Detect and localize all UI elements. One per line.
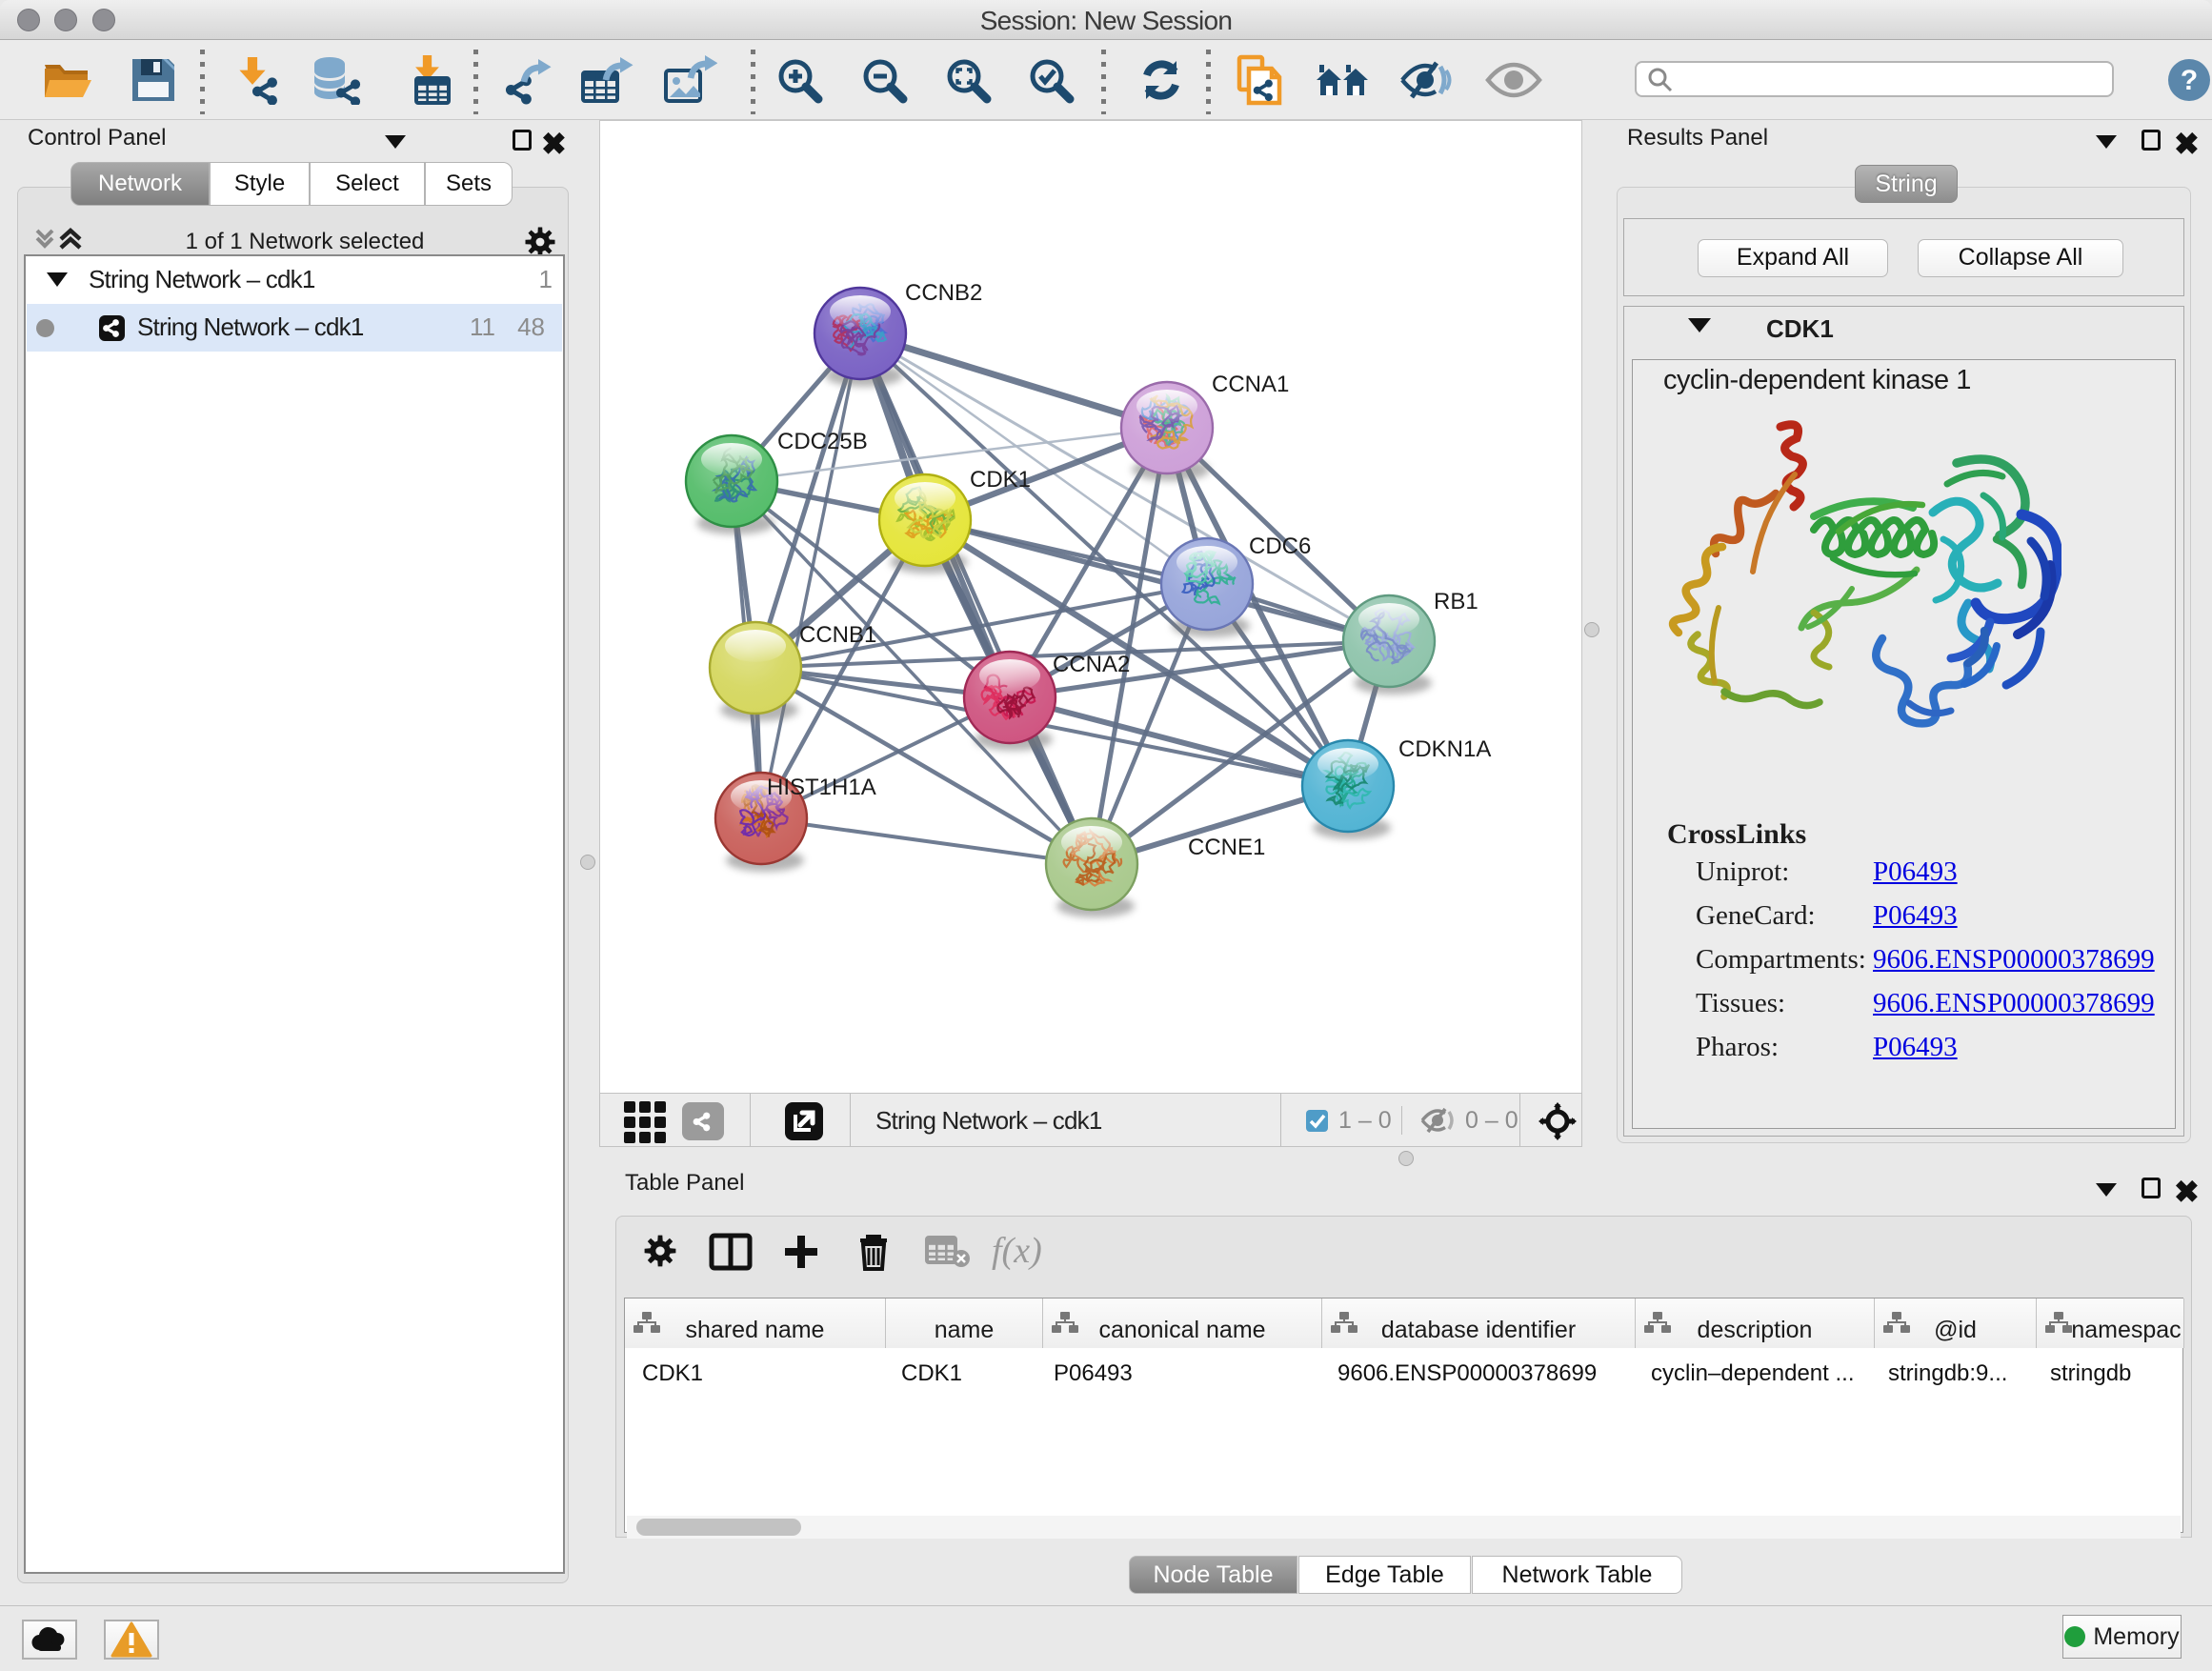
svg-text:?: ?: [2181, 65, 2198, 96]
svg-text:HIST1H1A: HIST1H1A: [767, 775, 876, 800]
svg-text:CDKN1A: CDKN1A: [1398, 736, 1491, 762]
svg-text:CCNE1: CCNE1: [1188, 835, 1265, 860]
svg-text:CDC6: CDC6: [1249, 534, 1311, 559]
svg-text:CCNA2: CCNA2: [1053, 652, 1130, 677]
svg-text:RB1: RB1: [1434, 589, 1478, 614]
svg-text:CCNB1: CCNB1: [799, 622, 876, 648]
svg-text:CCNA1: CCNA1: [1212, 372, 1289, 397]
svg-text:CCNB2: CCNB2: [905, 280, 982, 306]
svg-text:CDC25B: CDC25B: [777, 429, 868, 454]
svg-text:CDK1: CDK1: [970, 467, 1031, 493]
